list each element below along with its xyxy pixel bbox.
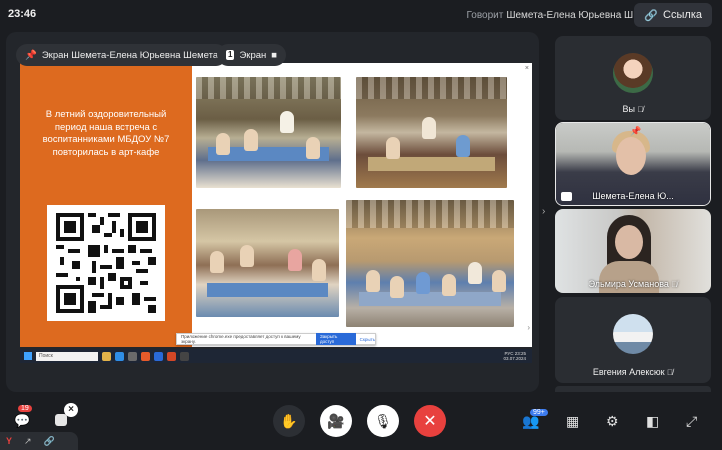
yandex-icon[interactable]: Y (6, 436, 12, 446)
chevron-right-icon: › (527, 323, 530, 332)
share-tray-icon[interactable] (55, 414, 67, 426)
photo-3 (196, 209, 339, 317)
expand-icon: ⤢ (686, 413, 698, 429)
more-participants-hint (555, 386, 711, 392)
open-external-icon[interactable]: ↗ (24, 436, 32, 447)
slide-close-icon: × (524, 65, 529, 72)
link-icon: 🔗 (644, 9, 659, 22)
screen-share-notice: Приложение chrome.exe предоставляет дост… (176, 333, 376, 345)
photo-4 (346, 200, 514, 327)
link-icon[interactable]: 🔗 (44, 436, 55, 447)
folder-icon (102, 351, 111, 361)
player-icon (180, 351, 189, 361)
edge-icon (115, 351, 124, 361)
grid-view-button[interactable]: ▦ (566, 413, 579, 430)
store-icon (128, 351, 137, 361)
video-camera-icon: ■ (271, 49, 278, 61)
mic-off-icon: 🎙̸ (667, 368, 674, 377)
layout-button[interactable]: ◧ (646, 413, 659, 430)
slide-text: В летний оздоровительный период наша вст… (42, 109, 170, 158)
photo-1 (196, 77, 341, 188)
participant-tile-self[interactable]: Вы 🎙̸ (555, 36, 711, 120)
participant-tile-elmira[interactable]: Эльмира Усманова 🎙̸ (555, 209, 711, 293)
microphone-off-icon: 🎙 (374, 412, 392, 429)
speaking-label: Говорит (466, 10, 504, 21)
participants-count-badge: 99+ (530, 409, 548, 416)
participant-name: Эльмира Усманова 🎙̸ (588, 279, 678, 289)
gear-icon: ⚙ (606, 413, 619, 429)
tray-lang: РУС (504, 350, 514, 356)
pinned-screen-label: Экран Шемета-Елена Юрьевна Шемета (41, 49, 219, 61)
notice-text: Приложение chrome.exe предоставляет дост… (181, 334, 301, 344)
pin-icon: 📌 (630, 126, 642, 136)
active-speaker: Говорит Шемета-Елена Юрьевна Ш. (467, 10, 636, 21)
tray-time: 23:25 (514, 350, 526, 356)
video-call-window: 23:46 Говорит Шемета-Елена Юрьевна Ш. 🔗 С… (0, 0, 722, 450)
word-icon (154, 351, 163, 361)
participant-tile-evgenia[interactable]: Евгения Алексюк 🎙̸ (555, 297, 711, 383)
screen-pill-label: Экран (239, 49, 267, 61)
mic-off-icon: 🎙̸ (671, 280, 678, 289)
raise-hand-button[interactable]: ✋ (273, 405, 305, 437)
copy-link-button[interactable]: 🔗 Ссылка (634, 3, 712, 27)
chat-icon[interactable]: 💬 (14, 413, 30, 429)
yandex-icon (141, 351, 150, 361)
grid-icon: ▦ (566, 413, 580, 429)
settings-button[interactable]: ⚙ (606, 413, 619, 430)
participant-name: Шемета-Елена Ю... (592, 191, 674, 201)
end-call-button[interactable]: ✕ (414, 405, 446, 437)
stop-sharing-button: Закрыть доступ (316, 333, 356, 345)
hand-icon: ✋ (280, 412, 298, 429)
windows-start-icon (24, 352, 32, 360)
close-icon: ✕ (423, 413, 437, 430)
participant-name: Вы 🎙̸ (622, 104, 644, 114)
shared-screen: В летний оздоровительный период наша вст… (20, 63, 532, 363)
tray-date: 03.07.2024 (503, 356, 526, 361)
clock: 23:46 (8, 8, 37, 20)
remote-taskbar: Поиск РУС 23:25 03.07.2024 (20, 349, 532, 363)
screen-pill[interactable]: 1 Экран ■ (217, 44, 287, 66)
hide-notice-link: Скрыть (359, 336, 375, 342)
close-icon[interactable]: × (64, 403, 78, 417)
taskbar-search: Поиск (36, 351, 98, 361)
chat-unread-badge: 19 (18, 405, 32, 412)
participant-name: Евгения Алексюк 🎙̸ (592, 367, 674, 377)
photo-2 (356, 77, 507, 188)
screen-count-badge: 1 (226, 50, 235, 60)
powerpoint-icon (167, 351, 176, 361)
qr-code (47, 205, 165, 321)
pin-icon: 📌 (25, 49, 37, 61)
microphone-toggle-button[interactable]: 🎙 (367, 405, 399, 437)
mic-off-icon: 🎙̸ (637, 105, 644, 114)
speaking-name: Шемета-Елена Юрьевна Ш. (506, 10, 636, 21)
avatar (613, 53, 653, 93)
participant-tile-presenter[interactable]: 📌 Шемета-Елена Ю... (555, 122, 711, 206)
chevron-right-icon[interactable]: › (542, 206, 545, 217)
fullscreen-button[interactable]: ⤢ (686, 413, 697, 430)
main-stage: В летний оздоровительный период наша вст… (6, 32, 539, 392)
pinned-screen-pill[interactable]: 📌 Экран Шемета-Елена Юрьевна Шемета (16, 44, 228, 66)
layout-icon: ◧ (646, 413, 660, 429)
mini-toolbar: Y ↗ 🔗 (0, 432, 78, 450)
camera-off-icon: 🎥 (327, 412, 345, 429)
avatar (613, 314, 653, 354)
copy-link-label: Ссылка (663, 9, 702, 21)
system-tray: РУС 23:25 03.07.2024 (503, 351, 526, 362)
camera-toggle-button[interactable]: 🎥 (320, 405, 352, 437)
